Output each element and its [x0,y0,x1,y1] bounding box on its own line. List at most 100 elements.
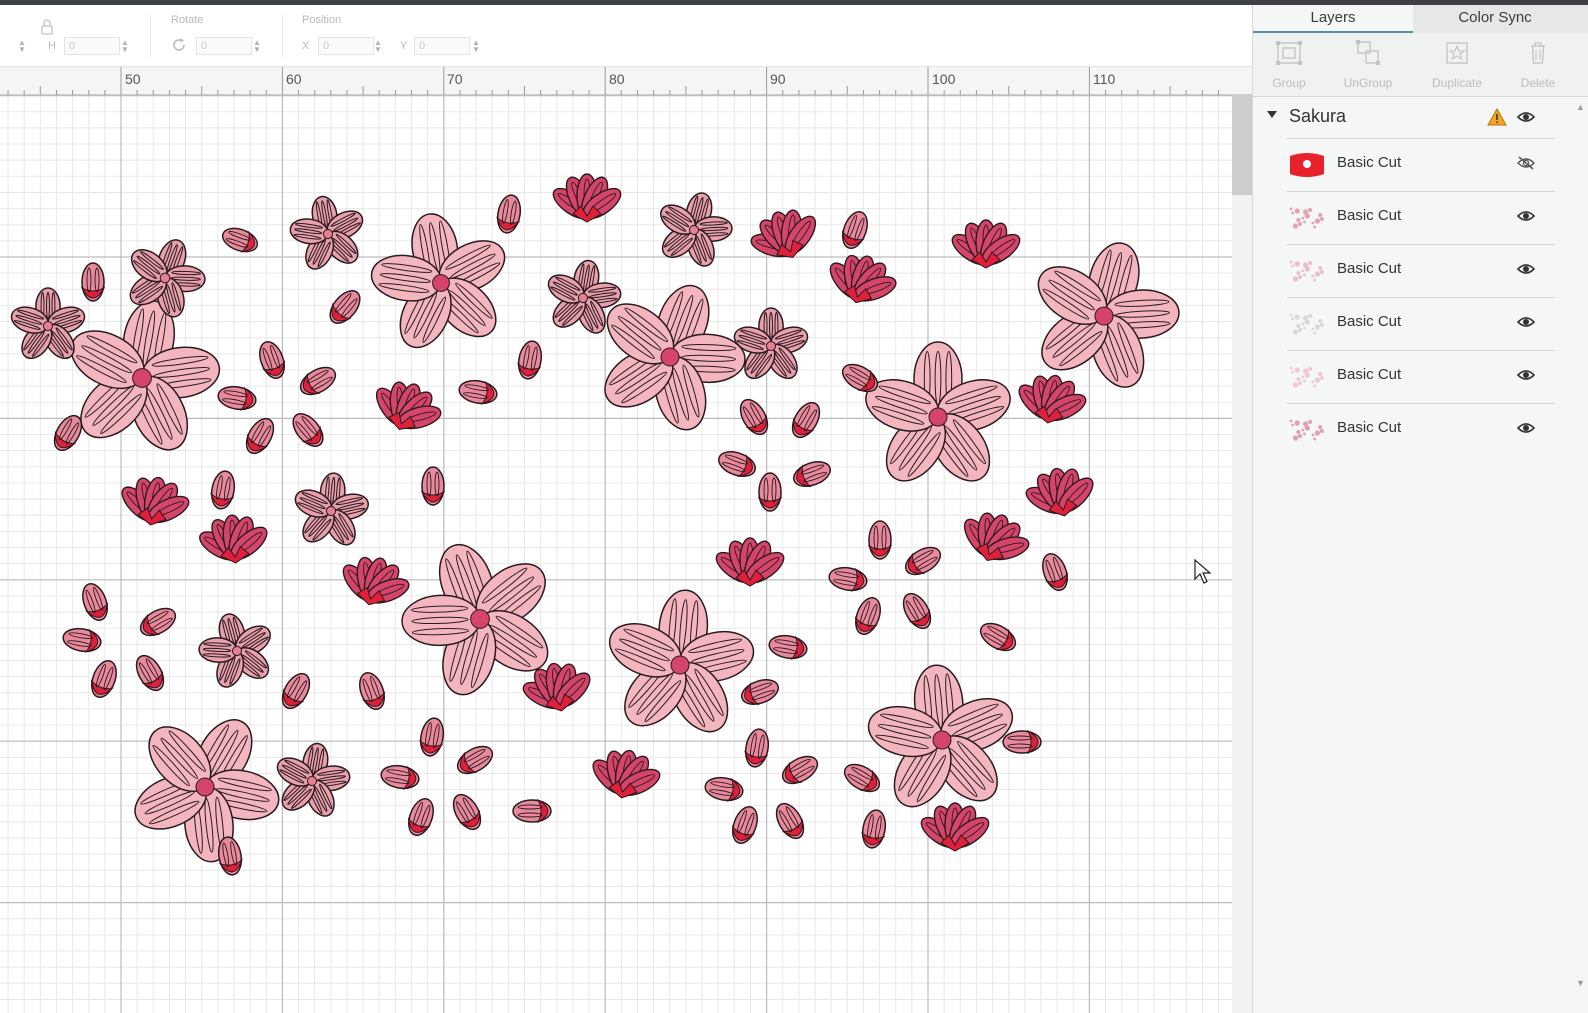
layer-row[interactable]: Basic Cut [1287,244,1555,297]
sakura-bud[interactable] [790,457,833,491]
sakura-bud[interactable] [703,775,744,803]
sakura-bud[interactable] [898,589,936,633]
canvas-scrollbar-thumb[interactable] [1232,95,1252,195]
tab-layers[interactable]: Layers [1253,5,1413,33]
sakura-flower[interactable] [189,604,286,698]
sakura-bud[interactable] [448,790,486,834]
sakura-bud[interactable] [420,466,446,506]
sakura-bud[interactable] [209,469,237,510]
sakura-flower[interactable] [288,470,374,553]
sakura-bud[interactable] [840,759,884,797]
sakura-blossom[interactable] [193,511,274,568]
sakura-blossom[interactable] [112,470,197,534]
sakura-bud[interactable] [80,262,106,302]
sakura-bud[interactable] [771,799,809,843]
sakura-bud[interactable] [867,520,893,560]
sakura-bud[interactable] [379,763,420,791]
layer-row[interactable]: Basic Cut [1287,297,1555,350]
eye-icon[interactable] [1516,110,1536,129]
y-field[interactable]: 0 [414,37,470,55]
sakura-bud[interactable] [1002,729,1042,755]
sakura-bud[interactable] [219,224,260,256]
sakura-flower[interactable] [266,737,358,826]
layer-group-sakura[interactable]: Sakura [1253,98,1573,138]
sakura-bud[interactable] [827,565,868,593]
eye-icon[interactable] [1516,368,1536,387]
sakura-bud[interactable] [787,398,825,442]
sakura-bud[interactable] [61,626,102,654]
sakura-flower[interactable] [595,583,765,746]
delete-button[interactable]: Delete [1498,33,1578,97]
tab-color-sync[interactable]: Color Sync [1415,5,1575,33]
sakura-bud[interactable] [324,285,365,328]
sakura-bud[interactable] [131,651,169,695]
sakura-bud[interactable] [860,808,888,849]
sakura-blossom[interactable] [1018,461,1103,525]
x-spinner[interactable]: ▲ ▼ [374,39,382,54]
eye-icon[interactable] [1516,421,1536,440]
sakura-bud[interactable] [78,580,112,623]
sakura-flower[interactable] [646,183,743,277]
ungroup-button[interactable]: UnGroup [1328,33,1408,97]
eye-icon[interactable] [1516,209,1536,228]
eye-icon[interactable] [1516,315,1536,334]
sakura-blossom[interactable] [711,537,788,589]
panel-scrollbar[interactable]: ▲ ▼ [1573,98,1588,1013]
sakura-bud[interactable] [838,208,872,251]
sakura-blossom[interactable] [1009,368,1094,432]
sakura-blossom[interactable] [947,219,1024,271]
sakura-flower[interactable] [731,307,811,384]
h-spinner[interactable]: ▲ ▼ [121,39,129,54]
sakura-bud[interactable] [287,408,328,451]
sakura-bud[interactable] [296,362,340,400]
duplicate-button[interactable]: Duplicate [1417,33,1497,97]
sakura-bud[interactable] [404,795,438,838]
sakura-bud[interactable] [715,447,758,481]
sakura-bud[interactable] [216,384,257,412]
sakura-bud[interactable] [457,378,498,406]
sakura-bud[interactable] [516,339,544,380]
sakura-bud[interactable] [255,338,289,381]
sakura-bud[interactable] [743,727,771,768]
sakura-bud[interactable] [355,669,389,712]
sakura-blossom[interactable] [548,173,625,225]
eye-hidden-icon[interactable] [1517,156,1535,175]
sakura-bud[interactable] [418,716,446,757]
sakura-bud[interactable] [976,618,1020,656]
group-button[interactable]: Group [1249,33,1329,97]
layer-row[interactable]: Basic Cut [1287,403,1555,456]
sakura-bud[interactable] [495,193,523,234]
warning-icon[interactable] [1487,107,1507,131]
layer-row[interactable]: Basic Cut [1287,350,1555,403]
w-spinner[interactable]: ▲ ▼ [18,39,26,54]
sakura-bud[interactable] [728,803,762,846]
layer-row[interactable]: Basic Cut [1287,138,1555,191]
sakura-bud[interactable] [738,675,781,709]
sakura-blossom[interactable] [583,743,668,807]
sakura-flower[interactable] [857,658,1027,821]
sakura-blossom[interactable] [916,802,993,854]
rotate-spinner[interactable]: ▲ ▼ [253,39,261,54]
sakura-blossom[interactable] [331,548,419,617]
layer-row[interactable]: Basic Cut [1287,191,1555,244]
collapse-caret-icon[interactable] [1267,111,1277,118]
sakura-artwork[interactable] [0,95,1232,1013]
sakura-bud[interactable] [136,603,180,641]
sakura-flower[interactable] [282,190,374,279]
sakura-blossom[interactable] [362,371,452,445]
sakura-bud[interactable] [767,633,808,661]
sakura-bud[interactable] [1038,550,1072,593]
sakura-blossom[interactable] [818,246,906,315]
sakura-flower[interactable] [859,341,1016,492]
sakura-bud[interactable] [757,472,783,512]
sakura-blossom[interactable] [740,199,830,273]
lock-icon[interactable] [40,19,54,38]
canvas-scrollbar[interactable] [1232,95,1252,1013]
sakura-bud[interactable] [87,657,121,700]
sakura-bud[interactable] [778,751,822,789]
sakura-bud[interactable] [453,741,497,779]
sakura-bud[interactable] [277,669,315,713]
scroll-up-arrow-icon[interactable]: ▲ [1576,102,1585,112]
sakura-bud[interactable] [735,395,773,439]
sakura-flower[interactable] [99,683,310,891]
